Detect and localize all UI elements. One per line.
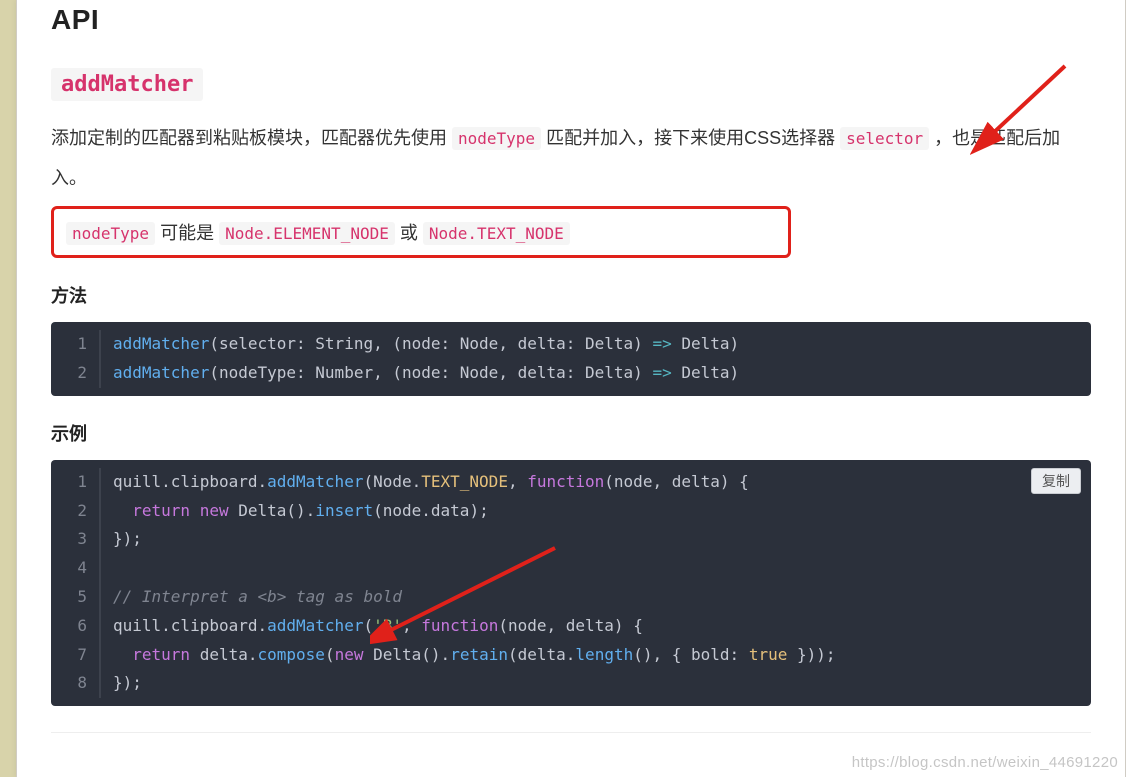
next-section-peek	[51, 732, 1091, 750]
code-token	[113, 645, 132, 664]
method-description: 添加定制的匹配器到粘贴板模块，匹配器优先使用 nodeType 匹配并加入，接下…	[51, 119, 1091, 198]
line-number: 8	[51, 669, 99, 698]
hint-text: 或	[400, 223, 423, 243]
line-number: 5	[51, 583, 99, 612]
line-number: 3	[51, 525, 99, 554]
code-token: });	[113, 673, 142, 692]
code-token: Delta().	[363, 645, 450, 664]
code-token: TEXT_NODE	[421, 472, 508, 491]
line-number: 2	[51, 497, 99, 526]
code-token: =>	[652, 363, 671, 382]
code-token: }));	[787, 645, 835, 664]
code-line: 4	[51, 554, 1091, 583]
inline-code-text-node: Node.TEXT_NODE	[423, 222, 570, 245]
subheading-method: 方法	[51, 282, 1091, 308]
code-example-block: 复制 1 quill.clipboard.addMatcher(Node.TEX…	[51, 460, 1091, 706]
code-line: 6 quill.clipboard.addMatcher('B', functi…	[51, 612, 1091, 641]
code-token	[113, 501, 132, 520]
code-token: =>	[652, 334, 671, 353]
code-token: new	[200, 501, 229, 520]
inline-code-selector: selector	[840, 127, 929, 150]
subheading-example: 示例	[51, 420, 1091, 446]
method-name-badge: addMatcher	[51, 68, 203, 101]
hint-text: 可能是	[160, 223, 219, 243]
code-token: (delta.	[508, 645, 575, 664]
inline-code-nodetype: nodeType	[66, 222, 155, 245]
code-token: Delta)	[672, 363, 739, 382]
code-token: (Node.	[363, 472, 421, 491]
code-token: (), { bold:	[633, 645, 749, 664]
code-token: addMatcher	[267, 616, 363, 635]
code-line: 1 quill.clipboard.addMatcher(Node.TEXT_N…	[51, 468, 1091, 497]
code-token: (selector: String, (node: Node, delta: D…	[209, 334, 652, 353]
code-token: addMatcher	[113, 334, 209, 353]
page-title: API	[51, 0, 1091, 36]
code-token: (node.data);	[373, 501, 489, 520]
code-line: 5 // Interpret a <b> tag as bold	[51, 583, 1091, 612]
code-token: 'B'	[373, 616, 402, 635]
code-line: 2 return new Delta().insert(node.data);	[51, 497, 1091, 526]
code-token: function	[527, 472, 604, 491]
code-comment: // Interpret a <b> tag as bold	[113, 587, 402, 606]
line-number: 1	[51, 468, 99, 497]
inline-code-element-node: Node.ELEMENT_NODE	[219, 222, 395, 245]
code-token: Delta().	[229, 501, 316, 520]
desc-text: 添加定制的匹配器到粘贴板模块，匹配器优先使用	[51, 128, 452, 148]
code-token: retain	[450, 645, 508, 664]
code-token: new	[335, 645, 364, 664]
code-token: (node, delta) {	[604, 472, 749, 491]
code-token: quill.clipboard.	[113, 472, 267, 491]
code-token: addMatcher	[267, 472, 363, 491]
method-heading: addMatcher	[51, 68, 1091, 101]
code-token	[190, 501, 200, 520]
code-token: true	[749, 645, 788, 664]
line-number: 1	[51, 330, 99, 359]
code-token: });	[113, 529, 142, 548]
code-token: delta.	[190, 645, 257, 664]
line-number: 7	[51, 641, 99, 670]
code-token: Delta)	[672, 334, 739, 353]
code-token: (node, delta) {	[498, 616, 643, 635]
code-line: 8 });	[51, 669, 1091, 698]
code-token: (nodeType: Number, (node: Node, delta: D…	[209, 363, 652, 382]
code-token: ,	[402, 616, 421, 635]
code-token: function	[421, 616, 498, 635]
line-number: 2	[51, 359, 99, 388]
desc-text: 匹配并加入，接下来使用CSS选择器	[546, 128, 840, 148]
code-line: 3 });	[51, 525, 1091, 554]
code-token: (	[325, 645, 335, 664]
line-number: 4	[51, 554, 99, 583]
line-number: 6	[51, 612, 99, 641]
code-line: 1 addMatcher(selector: String, (node: No…	[51, 330, 1091, 359]
inline-code-nodetype: nodeType	[452, 127, 541, 150]
code-token: addMatcher	[113, 363, 209, 382]
code-token: return	[132, 501, 190, 520]
code-token: length	[575, 645, 633, 664]
code-line: 2 addMatcher(nodeType: Number, (node: No…	[51, 359, 1091, 388]
code-token: (	[363, 616, 373, 635]
code-token: quill.clipboard.	[113, 616, 267, 635]
copy-button[interactable]: 复制	[1031, 468, 1081, 494]
highlight-box: nodeType 可能是 Node.ELEMENT_NODE 或 Node.TE…	[51, 206, 791, 258]
code-signature-block: 1 addMatcher(selector: String, (node: No…	[51, 322, 1091, 396]
code-token: insert	[315, 501, 373, 520]
code-token: compose	[258, 645, 325, 664]
code-line: 7 return delta.compose(new Delta().retai…	[51, 641, 1091, 670]
code-token: ,	[508, 472, 527, 491]
code-token: return	[132, 645, 190, 664]
